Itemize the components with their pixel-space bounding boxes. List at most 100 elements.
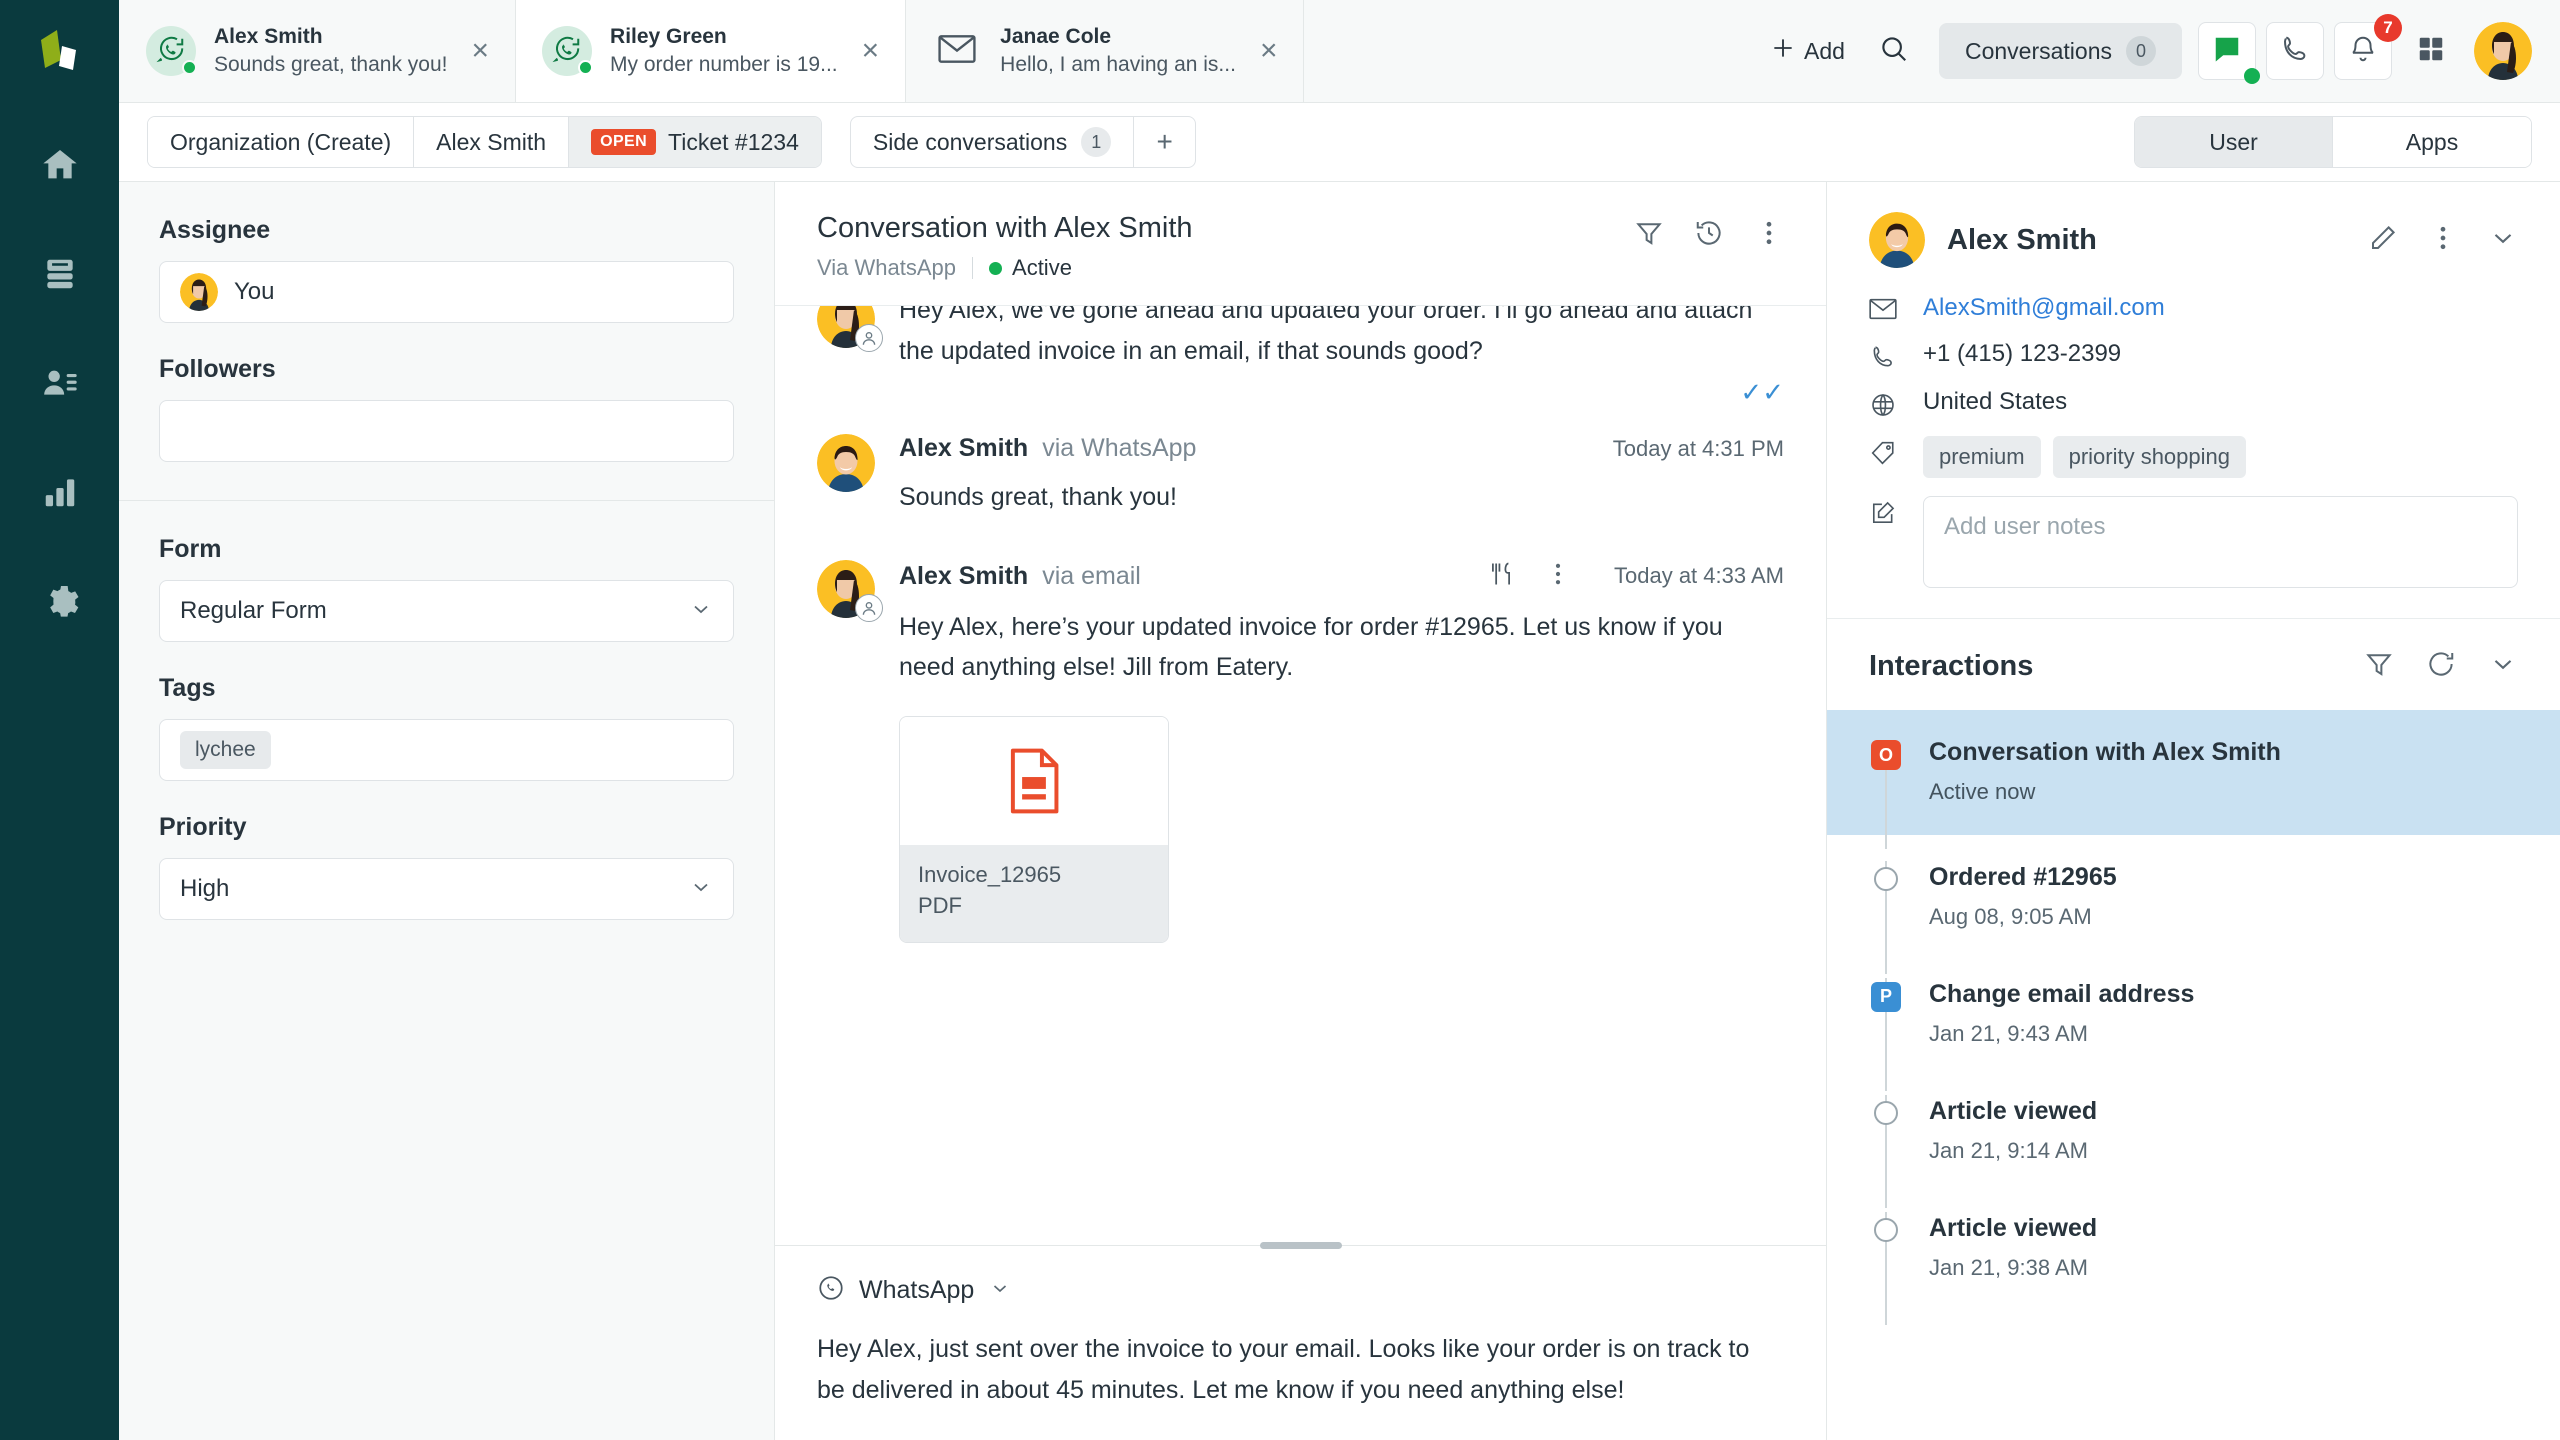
priority-value: High bbox=[180, 875, 230, 902]
current-user-avatar[interactable] bbox=[2474, 22, 2532, 80]
breadcrumb-label: Alex Smith bbox=[436, 128, 547, 155]
search-button[interactable] bbox=[1865, 22, 1923, 80]
side-conversations-button[interactable]: Side conversations 1 bbox=[851, 117, 1133, 167]
message-item: Alex Smith via WhatsApp Today at 4:31 PM… bbox=[817, 408, 1784, 518]
close-icon[interactable]: × bbox=[856, 36, 880, 66]
message-item: Hey Alex, we’ve gone ahead and updated y… bbox=[817, 306, 1784, 408]
filter-icon[interactable] bbox=[2364, 649, 2394, 684]
composer-channel-selector[interactable]: WhatsApp bbox=[817, 1246, 1784, 1329]
message-timestamp: Today at 4:33 AM bbox=[1614, 563, 1784, 588]
sidebar-item-settings[interactable] bbox=[32, 573, 88, 629]
phone-status-button[interactable] bbox=[2266, 22, 2324, 80]
sidebar-item-reports[interactable] bbox=[32, 464, 88, 520]
breadcrumb-item-ticket[interactable]: OPEN Ticket #1234 bbox=[569, 117, 821, 167]
conversation-status: Active bbox=[989, 255, 1072, 281]
breadcrumb-item-organization[interactable]: Organization (Create) bbox=[148, 117, 415, 167]
conversation-tab-name: Alex Smith bbox=[214, 24, 323, 48]
message-channel: via email bbox=[1042, 561, 1141, 590]
priority-select[interactable]: High bbox=[159, 858, 734, 920]
chevron-down-icon[interactable] bbox=[2488, 649, 2518, 684]
user-phone: +1 (415) 123-2399 bbox=[1923, 340, 2122, 367]
envelope-icon bbox=[938, 34, 976, 69]
attachment-card[interactable]: Invoice_12965 PDF bbox=[899, 715, 1169, 944]
assignee-field[interactable]: You bbox=[159, 261, 734, 323]
message-text: Hey Alex, we’ve gone ahead and updated y… bbox=[899, 306, 1753, 365]
interaction-marker-dot bbox=[1874, 866, 1898, 891]
pencil-icon[interactable] bbox=[2368, 223, 2398, 258]
tags-field[interactable]: lychee bbox=[159, 719, 734, 781]
timeline-item[interactable]: P Change email address Jan 21, 9:43 AM bbox=[1827, 952, 2560, 1091]
tab-user[interactable]: User bbox=[2135, 117, 2333, 167]
refresh-icon[interactable] bbox=[2426, 649, 2456, 684]
more-vertical-icon[interactable] bbox=[2428, 223, 2458, 258]
tag-chip[interactable]: lychee bbox=[180, 731, 271, 769]
cutlery-icon[interactable] bbox=[1488, 560, 1516, 593]
chat-status-button[interactable] bbox=[2198, 22, 2260, 84]
interaction-title: Article viewed bbox=[1929, 1096, 2098, 1125]
app-logo[interactable] bbox=[0, 0, 119, 103]
pdf-file-icon bbox=[900, 716, 1168, 845]
sidebar-item-inbox[interactable] bbox=[32, 246, 88, 302]
add-side-conversation-button[interactable]: + bbox=[1133, 117, 1195, 167]
app-body: Alex Smith Sounds great, thank you! × Ri… bbox=[119, 0, 2560, 1440]
ticket-fields-section: Form Regular Form Tags lychee Priority H… bbox=[119, 500, 774, 958]
conversation-status-label: Active bbox=[1012, 255, 1072, 280]
interactions-header: Interactions bbox=[1827, 619, 2560, 710]
chevron-down-icon[interactable] bbox=[2488, 223, 2518, 258]
interaction-time: Aug 08, 9:05 AM bbox=[1929, 903, 2092, 929]
timeline-item[interactable]: O Conversation with Alex Smith Active no… bbox=[1827, 710, 2560, 849]
divider bbox=[972, 257, 974, 279]
bar-chart-icon bbox=[41, 473, 79, 511]
message-composer: WhatsApp Hey Alex, just sent over the in… bbox=[775, 1242, 1826, 1440]
conversation-tabs: Alex Smith Sounds great, thank you! × Ri… bbox=[119, 0, 1305, 102]
user-tag[interactable]: priority shopping bbox=[2052, 436, 2247, 478]
apps-grid-button[interactable] bbox=[2402, 22, 2460, 80]
online-indicator bbox=[578, 60, 594, 75]
interactions-title: Interactions bbox=[1869, 650, 2034, 682]
user-country: United States bbox=[1923, 388, 2068, 415]
filter-icon[interactable] bbox=[1634, 218, 1664, 253]
page-title: Conversation with Alex Smith bbox=[817, 212, 1193, 244]
breadcrumb-item-user[interactable]: Alex Smith bbox=[414, 117, 570, 167]
tab-apps[interactable]: Apps bbox=[2333, 117, 2531, 167]
conversation-tab-1[interactable]: Riley Green My order number is 19... × bbox=[516, 0, 907, 102]
composer-input[interactable]: Hey Alex, just sent over the invoice to … bbox=[817, 1329, 1784, 1410]
conversation-tab-2[interactable]: Janae Cole Hello, I am having an is... × bbox=[906, 0, 1305, 102]
timeline-item[interactable]: Ordered #12965 Aug 08, 9:05 AM bbox=[1827, 835, 2560, 974]
user-notes-input[interactable]: Add user notes bbox=[1923, 496, 2518, 588]
plus-icon: + bbox=[1156, 126, 1173, 157]
close-icon[interactable]: × bbox=[1254, 36, 1278, 66]
sidebar-item-home[interactable] bbox=[32, 137, 88, 193]
conversations-queue-label: Conversations bbox=[1964, 37, 2112, 64]
assignee-label: Assignee bbox=[159, 216, 271, 244]
history-icon[interactable] bbox=[1694, 218, 1724, 253]
conversation-header: Conversation with Alex Smith Via WhatsAp… bbox=[775, 182, 1826, 306]
conversation-tab-preview: Hello, I am having an is... bbox=[1000, 53, 1236, 76]
home-icon bbox=[40, 145, 80, 185]
form-select[interactable]: Regular Form bbox=[159, 580, 734, 642]
message-thread[interactable]: Hey Alex, we’ve gone ahead and updated y… bbox=[775, 306, 1826, 1245]
composer-resize-handle[interactable] bbox=[1259, 1242, 1342, 1249]
more-vertical-icon[interactable] bbox=[1544, 560, 1572, 593]
user-circle-icon bbox=[855, 324, 883, 352]
message-text: Sounds great, thank you! bbox=[899, 483, 1177, 511]
chevron-down-icon bbox=[689, 597, 713, 626]
add-button[interactable]: Add bbox=[1750, 35, 1865, 67]
whatsapp-icon bbox=[156, 34, 186, 69]
close-icon[interactable]: × bbox=[466, 36, 490, 66]
more-vertical-icon[interactable] bbox=[1754, 218, 1784, 253]
avatar bbox=[542, 26, 594, 76]
user-email-row: AlexSmith@gmail.com bbox=[1869, 294, 2518, 322]
user-tag[interactable]: premium bbox=[1923, 436, 2041, 478]
user-email[interactable]: AlexSmith@gmail.com bbox=[1923, 294, 2165, 322]
conversation-tab-preview: My order number is 19... bbox=[610, 53, 838, 76]
sidebar-item-contacts[interactable] bbox=[32, 355, 88, 411]
notifications-button[interactable]: 7 bbox=[2334, 14, 2402, 80]
conversation-tab-0[interactable]: Alex Smith Sounds great, thank you! × bbox=[119, 0, 517, 102]
status-badge bbox=[2244, 68, 2260, 84]
timeline-item[interactable]: Article viewed Jan 21, 9:38 AM bbox=[1827, 1186, 2560, 1325]
timeline-item[interactable]: Article viewed Jan 21, 9:14 AM bbox=[1827, 1069, 2560, 1208]
message-author: Alex Smith bbox=[899, 561, 1029, 590]
followers-field[interactable] bbox=[159, 400, 734, 462]
conversations-queue-button[interactable]: Conversations 0 bbox=[1938, 23, 2182, 79]
